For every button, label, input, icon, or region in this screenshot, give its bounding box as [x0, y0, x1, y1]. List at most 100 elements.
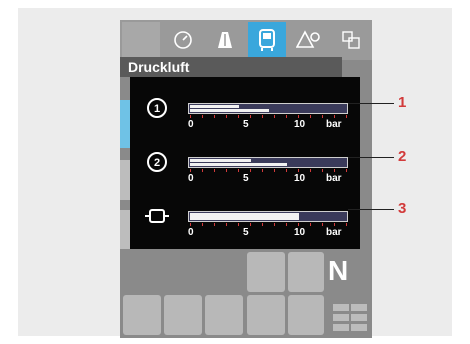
circuit-label: 1 — [154, 103, 160, 115]
pressure-bar-track — [188, 157, 348, 168]
scale-tick — [310, 223, 311, 226]
scale-label-0: 0 — [188, 173, 194, 184]
pressure-bar-track — [188, 103, 348, 114]
scale-label-5: 5 — [243, 227, 249, 238]
pressure-bar-track — [188, 211, 348, 222]
circuit-1-icon: 1 — [147, 98, 167, 118]
menu-grid-cell — [351, 304, 367, 311]
callout-2: 2 — [398, 148, 407, 165]
scale-label-0: 0 — [188, 227, 194, 238]
scale-tick — [274, 223, 275, 226]
multi-device-icon — [342, 31, 360, 49]
side-strip-active — [120, 100, 130, 148]
scale-tick — [226, 115, 227, 118]
pressure-bar-fill — [190, 105, 239, 108]
scale-tick — [238, 169, 239, 172]
menu-grid-cell — [333, 324, 349, 331]
scale-tick — [190, 169, 191, 172]
scale-label-0: 0 — [188, 119, 194, 130]
vehicle-front-icon — [259, 29, 275, 51]
scale-tick — [262, 169, 263, 172]
scale-unit: bar — [326, 227, 342, 238]
road-icon — [218, 32, 232, 48]
scale-tick — [286, 169, 287, 172]
callout-line-2 — [348, 157, 394, 158]
circuit-2-icon: 2 — [147, 152, 167, 172]
scale-tick — [298, 115, 299, 118]
scale-tick — [334, 223, 335, 226]
soft-button[interactable] — [164, 295, 202, 335]
scale-tick — [250, 115, 251, 118]
scale-label-10: 10 — [294, 227, 306, 238]
menu-grid-cell — [351, 314, 367, 321]
warning-settings-icon — [296, 30, 320, 48]
scale-tick — [238, 223, 239, 226]
scale-tick — [286, 223, 287, 226]
soft-button[interactable] — [247, 252, 285, 292]
scale-tick — [214, 169, 215, 172]
scale-tick — [346, 115, 347, 118]
scale-tick — [226, 223, 227, 226]
tab-gauge[interactable] — [164, 22, 202, 58]
pressure-bar-fill — [190, 159, 251, 162]
gauge-row-2: 2 0 5 10 bar — [130, 145, 360, 195]
menu-grid-cell — [333, 314, 349, 321]
scale-tick — [250, 169, 251, 172]
menu-grid-cell — [333, 304, 349, 311]
callout-1: 1 — [398, 94, 407, 111]
gear-indicator: N — [328, 255, 349, 286]
scale-tick — [202, 223, 203, 226]
scale-ticks — [190, 115, 348, 119]
scale-tick — [238, 115, 239, 118]
tab-bar — [120, 20, 372, 60]
gauge-icon — [174, 31, 192, 49]
scale-tick — [262, 115, 263, 118]
scale-tick — [274, 115, 275, 118]
scale-ticks — [190, 169, 348, 173]
scale-label-10: 10 — [294, 119, 306, 130]
scale-tick — [346, 169, 347, 172]
soft-button[interactable] — [247, 295, 285, 335]
tab-blank[interactable] — [122, 22, 160, 58]
scale-unit: bar — [326, 119, 342, 130]
menu-grid-cell — [351, 324, 367, 331]
soft-button[interactable] — [205, 295, 243, 335]
scale-tick — [334, 169, 335, 172]
scale-tick — [202, 169, 203, 172]
tab-warning[interactable] — [290, 22, 328, 58]
scale-label-5: 5 — [243, 173, 249, 184]
scale-tick — [322, 115, 323, 118]
menu-grid-icon[interactable] — [333, 304, 367, 334]
scale-tick — [346, 223, 347, 226]
scale-tick — [322, 169, 323, 172]
scale-tick — [322, 223, 323, 226]
pressure-bar-fill — [190, 213, 299, 220]
tab-devices[interactable] — [332, 22, 370, 58]
scale-tick — [286, 115, 287, 118]
scale-tick — [190, 115, 191, 118]
tab-vehicle[interactable] — [248, 22, 286, 58]
scale-tick — [214, 115, 215, 118]
soft-button[interactable] — [288, 295, 324, 335]
callout-line-3 — [348, 209, 394, 210]
reservoir-icon — [145, 209, 169, 223]
scale-tick — [298, 169, 299, 172]
scale-tick — [274, 169, 275, 172]
side-strip — [120, 160, 130, 200]
scale-tick — [310, 115, 311, 118]
scale-tick — [298, 223, 299, 226]
scale-tick — [310, 169, 311, 172]
scale-label-5: 5 — [243, 119, 249, 130]
scale-tick — [190, 223, 191, 226]
scale-label-10: 10 — [294, 173, 306, 184]
pressure-bar-fill — [190, 163, 287, 166]
soft-button[interactable] — [288, 252, 324, 292]
pressure-bar-fill — [190, 109, 269, 112]
side-strip — [120, 210, 130, 250]
tab-road[interactable] — [206, 22, 244, 58]
scale-tick — [214, 223, 215, 226]
callout-line-1 — [348, 103, 394, 104]
soft-button[interactable] — [123, 295, 161, 335]
scale-ticks — [190, 223, 348, 227]
pressure-popup: 1 0 5 10 bar 2 0 5 10 bar 0 5 10 bar — [130, 77, 360, 249]
